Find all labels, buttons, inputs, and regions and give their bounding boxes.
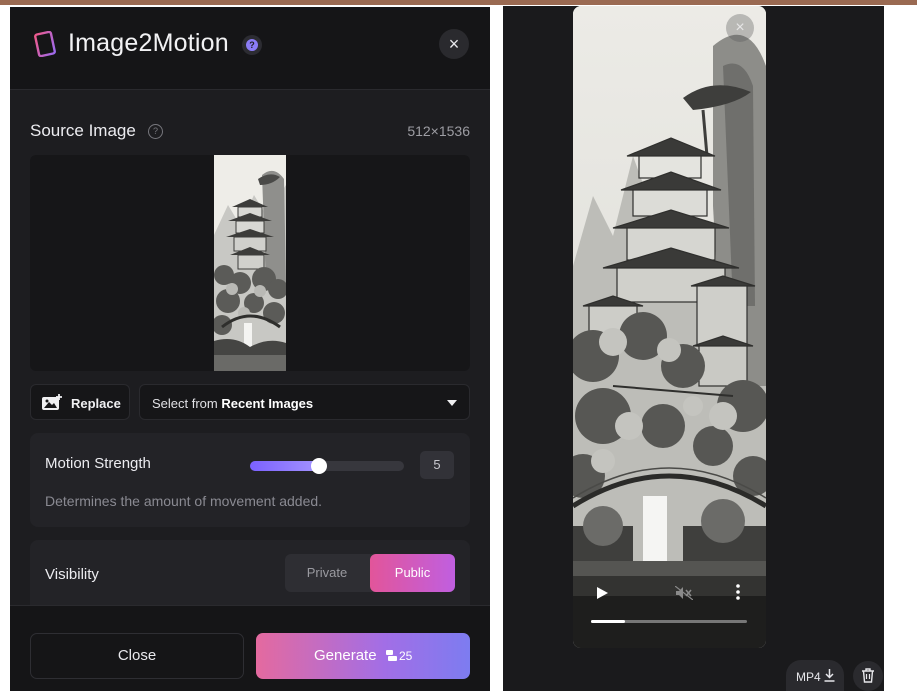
motion-strength-value[interactable]: 5 <box>420 451 454 479</box>
video-preview[interactable]: × <box>573 6 766 648</box>
source-image-thumbnail <box>214 155 286 371</box>
dialog-close-button[interactable]: × <box>439 29 469 59</box>
replace-button[interactable]: Replace <box>30 384 130 420</box>
source-image-frame <box>30 155 470 371</box>
more-vertical-icon[interactable] <box>735 584 741 600</box>
visibility-label: Visibility <box>45 566 99 583</box>
play-icon[interactable] <box>595 586 609 600</box>
dialog-title: Image2Motion <box>68 29 229 57</box>
dialog-footer: Close Generate 25 <box>10 605 490 691</box>
generate-label: Generate <box>314 647 377 664</box>
visibility-public-option[interactable]: Public <box>370 554 455 592</box>
slider-handle[interactable] <box>311 458 328 474</box>
download-mp4-button[interactable]: MP4 <box>786 660 844 691</box>
video-progress-fill <box>591 620 626 623</box>
slider-fill <box>250 461 320 471</box>
visibility-toggle: Private Public <box>285 554 455 592</box>
result-panel: × MP4 <box>503 6 884 691</box>
generate-cost: 25 <box>399 649 413 663</box>
motion-strength-card: Motion Strength 5 Determines the amount … <box>30 433 470 527</box>
source-help-icon[interactable]: ? <box>148 124 163 139</box>
close-button[interactable]: Close <box>30 633 244 679</box>
trash-icon <box>862 668 874 683</box>
image2motion-dialog: Image2Motion ? × Source Image ? 512×1536 <box>10 7 490 691</box>
preview-close-button[interactable]: × <box>726 14 754 42</box>
credit-icon <box>386 650 397 661</box>
visibility-private-option[interactable]: Private <box>285 554 369 592</box>
top-divider <box>0 0 917 5</box>
download-icon <box>824 669 835 682</box>
recent-images-select[interactable]: Select from Recent Images <box>139 384 470 420</box>
image-add-icon <box>42 394 62 410</box>
download-format-label: MP4 <box>796 670 821 684</box>
recent-images-select-text: Select from Recent Images <box>152 396 314 411</box>
source-image-label: Source Image <box>30 121 136 140</box>
generate-button[interactable]: Generate 25 <box>256 633 470 679</box>
caret-down-icon <box>447 400 457 406</box>
dialog-header: Image2Motion ? × <box>10 7 490 90</box>
replace-label: Replace <box>71 396 121 411</box>
source-dimensions: 512×1536 <box>407 123 470 139</box>
motion-strength-description: Determines the amount of movement added. <box>45 493 323 509</box>
film-strip-icon <box>34 31 56 57</box>
video-frame-image <box>573 6 766 648</box>
delete-button[interactable] <box>853 661 883 691</box>
mute-icon[interactable] <box>675 586 693 600</box>
video-progress-bar[interactable] <box>591 620 747 623</box>
motion-strength-slider[interactable] <box>250 458 404 474</box>
help-icon[interactable]: ? <box>242 35 262 55</box>
motion-strength-label: Motion Strength <box>45 455 151 472</box>
